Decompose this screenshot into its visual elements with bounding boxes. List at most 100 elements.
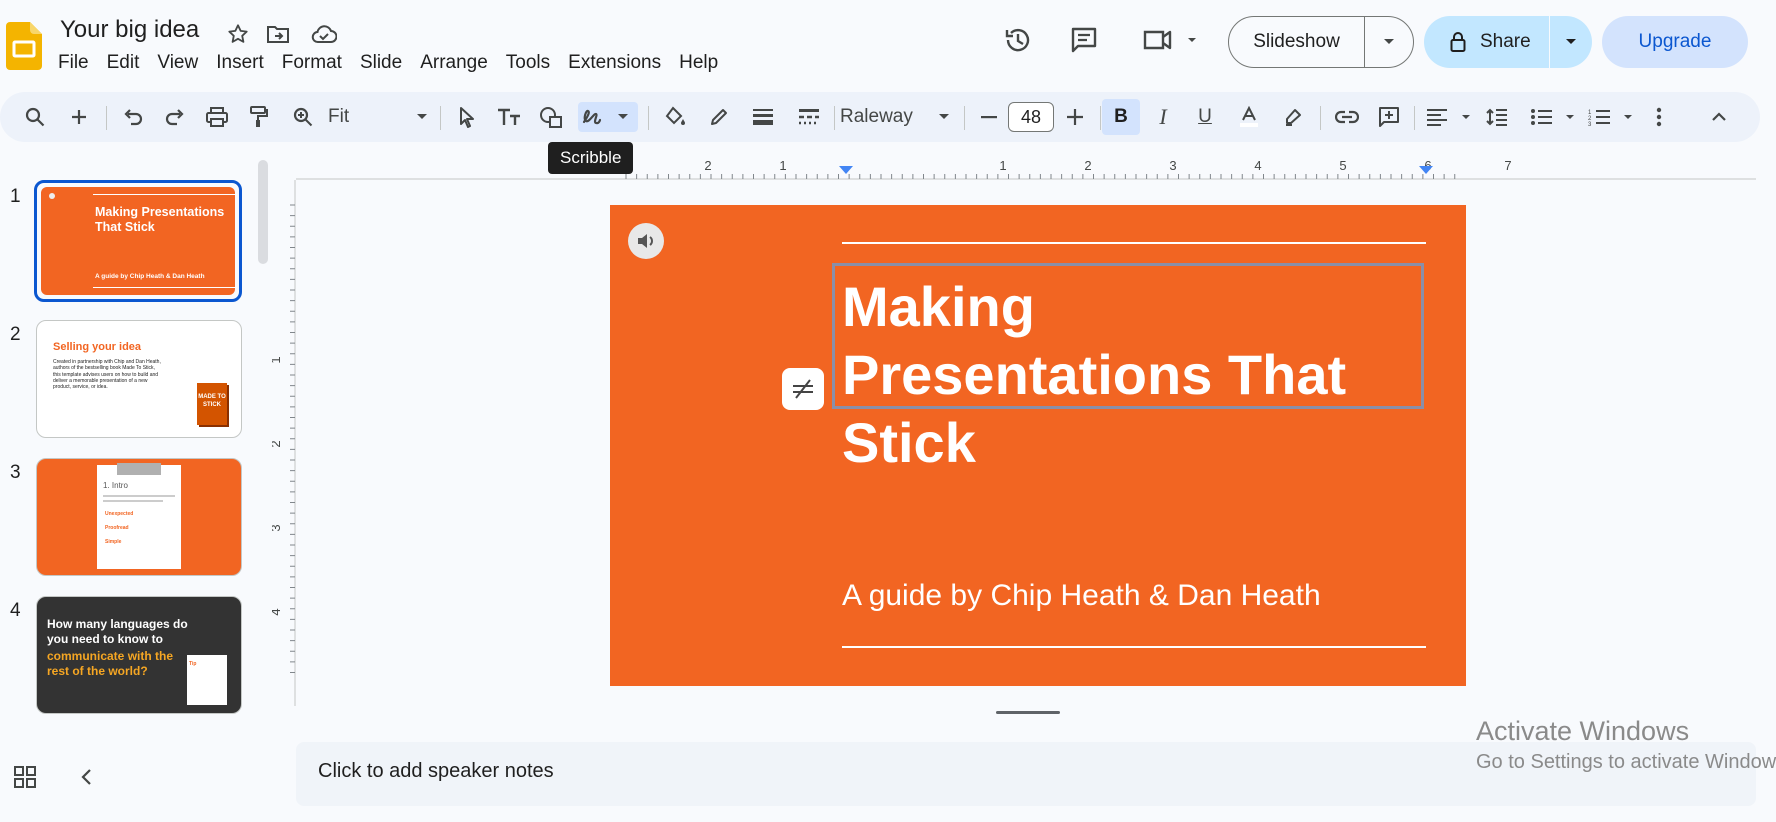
move-folder-icon[interactable] [264, 20, 292, 48]
undo-icon[interactable] [118, 102, 148, 132]
highlight-color-icon[interactable] [1278, 102, 1308, 132]
audio-speaker-icon[interactable] [628, 223, 664, 259]
collapse-menus-icon[interactable] [1704, 102, 1734, 132]
watermark-line1: Activate Windows [1476, 716, 1690, 746]
slide-number-4: 4 [10, 600, 21, 621]
numbered-list-icon[interactable]: 123 [1586, 102, 1636, 132]
menu-bar: File Edit View Insert Format Slide Arran… [52, 52, 730, 74]
menu-help[interactable]: Help [673, 52, 724, 74]
version-history-icon[interactable] [1004, 26, 1032, 54]
print-icon[interactable] [202, 102, 232, 132]
ruler-indent-marker [839, 166, 853, 174]
menu-insert[interactable]: Insert [210, 52, 270, 74]
thumb4-line1: How many languages do you need to know t… [47, 617, 188, 646]
speaker-notes-placeholder[interactable]: Click to add speaker notes [318, 760, 554, 783]
text-box-icon[interactable] [494, 102, 524, 132]
menu-view[interactable]: View [151, 52, 204, 74]
underline-button[interactable]: U [1190, 102, 1220, 132]
zoom-select[interactable]: Fit [328, 102, 428, 132]
ruler-label: 1 [272, 356, 283, 363]
notes-resize-handle[interactable] [996, 711, 1060, 714]
paint-format-icon[interactable] [244, 102, 274, 132]
menu-file[interactable]: File [52, 52, 95, 74]
font-name: Raleway [840, 106, 913, 127]
meet-camera-icon[interactable] [1140, 26, 1200, 54]
zoom-dropdown-icon [416, 113, 428, 121]
italic-icon: I [1159, 104, 1167, 129]
redo-icon[interactable] [160, 102, 190, 132]
grid-view-icon[interactable] [14, 766, 36, 788]
slide-canvas[interactable]: Making Presentations That Stick A guide … [610, 205, 1466, 686]
document-title[interactable]: Your big idea [60, 16, 199, 44]
search-icon[interactable] [20, 102, 50, 132]
vertical-ruler[interactable]: 1 2 3 4 [272, 180, 296, 706]
menu-format[interactable]: Format [276, 52, 348, 74]
ruler-label: 7 [1504, 158, 1511, 173]
font-dropdown-icon [938, 113, 950, 121]
slide-thumbnail-3[interactable]: 1. Intro Unexpected Proofread Simple [36, 458, 242, 576]
align-icon[interactable] [1424, 102, 1474, 132]
slide-top-rule [842, 242, 1426, 244]
menu-tools[interactable]: Tools [500, 52, 556, 74]
new-slide-plus-icon[interactable] [64, 102, 94, 132]
slide-thumbnail-1[interactable]: Making Presentations That Stick A guide … [34, 180, 242, 302]
font-select[interactable]: Raleway [840, 102, 950, 132]
shape-icon[interactable] [536, 102, 566, 132]
text-strike-badge-icon[interactable] [782, 368, 824, 410]
cloud-saved-icon[interactable] [310, 20, 338, 48]
slide-thumbnail-4[interactable]: How many languages do you need to know t… [36, 596, 242, 714]
thumb1-subtitle: A guide by Chip Heath & Dan Heath [95, 273, 205, 280]
italic-button[interactable]: I [1148, 102, 1178, 132]
thumb4-tip: Tip [189, 661, 197, 667]
horizontal-ruler[interactable]: 211234567 [296, 158, 1756, 180]
decrease-font-size-icon[interactable] [974, 102, 1004, 132]
fill-color-icon[interactable] [660, 102, 690, 132]
slide-number-3: 3 [10, 462, 21, 483]
slides-logo[interactable] [6, 22, 42, 70]
ruler-label: 2 [1084, 158, 1091, 173]
menu-arrange[interactable]: Arrange [414, 52, 494, 74]
share-dropdown-icon[interactable] [1550, 38, 1592, 46]
ruler-label: 4 [272, 608, 283, 615]
bold-button[interactable]: B [1102, 99, 1140, 135]
slide-thumbnail-2[interactable]: Selling your idea Created in partnership… [36, 320, 242, 438]
menu-extensions[interactable]: Extensions [562, 52, 667, 74]
bold-icon: B [1114, 106, 1128, 127]
ruler-label: 4 [1254, 158, 1261, 173]
star-icon[interactable] [224, 20, 252, 48]
toolbar: Fit Raleway B I U 123 [0, 92, 1760, 142]
slide-subtitle[interactable]: A guide by Chip Heath & Dan Heath [842, 579, 1321, 613]
share-button[interactable]: Share [1424, 16, 1592, 68]
thumb3-title: 1. Intro [103, 481, 128, 490]
border-color-icon[interactable] [704, 102, 734, 132]
font-size-input[interactable] [1008, 102, 1054, 132]
thumb2-title: Selling your idea [53, 341, 142, 353]
ruler-label: 5 [1339, 158, 1346, 173]
text-color-button[interactable] [1234, 102, 1264, 132]
menu-slide[interactable]: Slide [354, 52, 408, 74]
collapse-filmstrip-icon[interactable] [80, 768, 92, 786]
insert-link-icon[interactable] [1332, 102, 1362, 132]
zoom-icon[interactable] [288, 102, 318, 132]
slide-title[interactable]: Making Presentations That Stick [842, 273, 1402, 477]
line-spacing-icon[interactable] [1482, 102, 1512, 132]
comments-icon[interactable] [1070, 26, 1098, 54]
border-dash-icon[interactable] [794, 102, 824, 132]
slide-bottom-rule [842, 646, 1426, 648]
filmstrip-scrollbar[interactable] [258, 160, 268, 264]
select-cursor-icon[interactable] [452, 102, 482, 132]
more-options-icon[interactable] [1644, 102, 1674, 132]
increase-font-size-icon[interactable] [1060, 102, 1090, 132]
thumb3-item-1: Unexpected [105, 511, 134, 517]
thumb2-book: MADE TO STICK [197, 383, 227, 425]
scribble-tool-button[interactable] [578, 102, 638, 132]
activate-windows-watermark: Activate Windows Go to Settings to activ… [1476, 716, 1776, 774]
thumb1-title: Making Presentations That Stick [95, 205, 225, 234]
slideshow-dropdown-icon[interactable] [1365, 38, 1413, 46]
add-comment-icon[interactable] [1374, 102, 1404, 132]
bulleted-list-icon[interactable] [1528, 102, 1578, 132]
slideshow-button[interactable]: Slideshow [1228, 16, 1414, 68]
border-weight-icon[interactable] [748, 102, 778, 132]
upgrade-button[interactable]: Upgrade [1602, 16, 1748, 68]
menu-edit[interactable]: Edit [101, 52, 146, 74]
